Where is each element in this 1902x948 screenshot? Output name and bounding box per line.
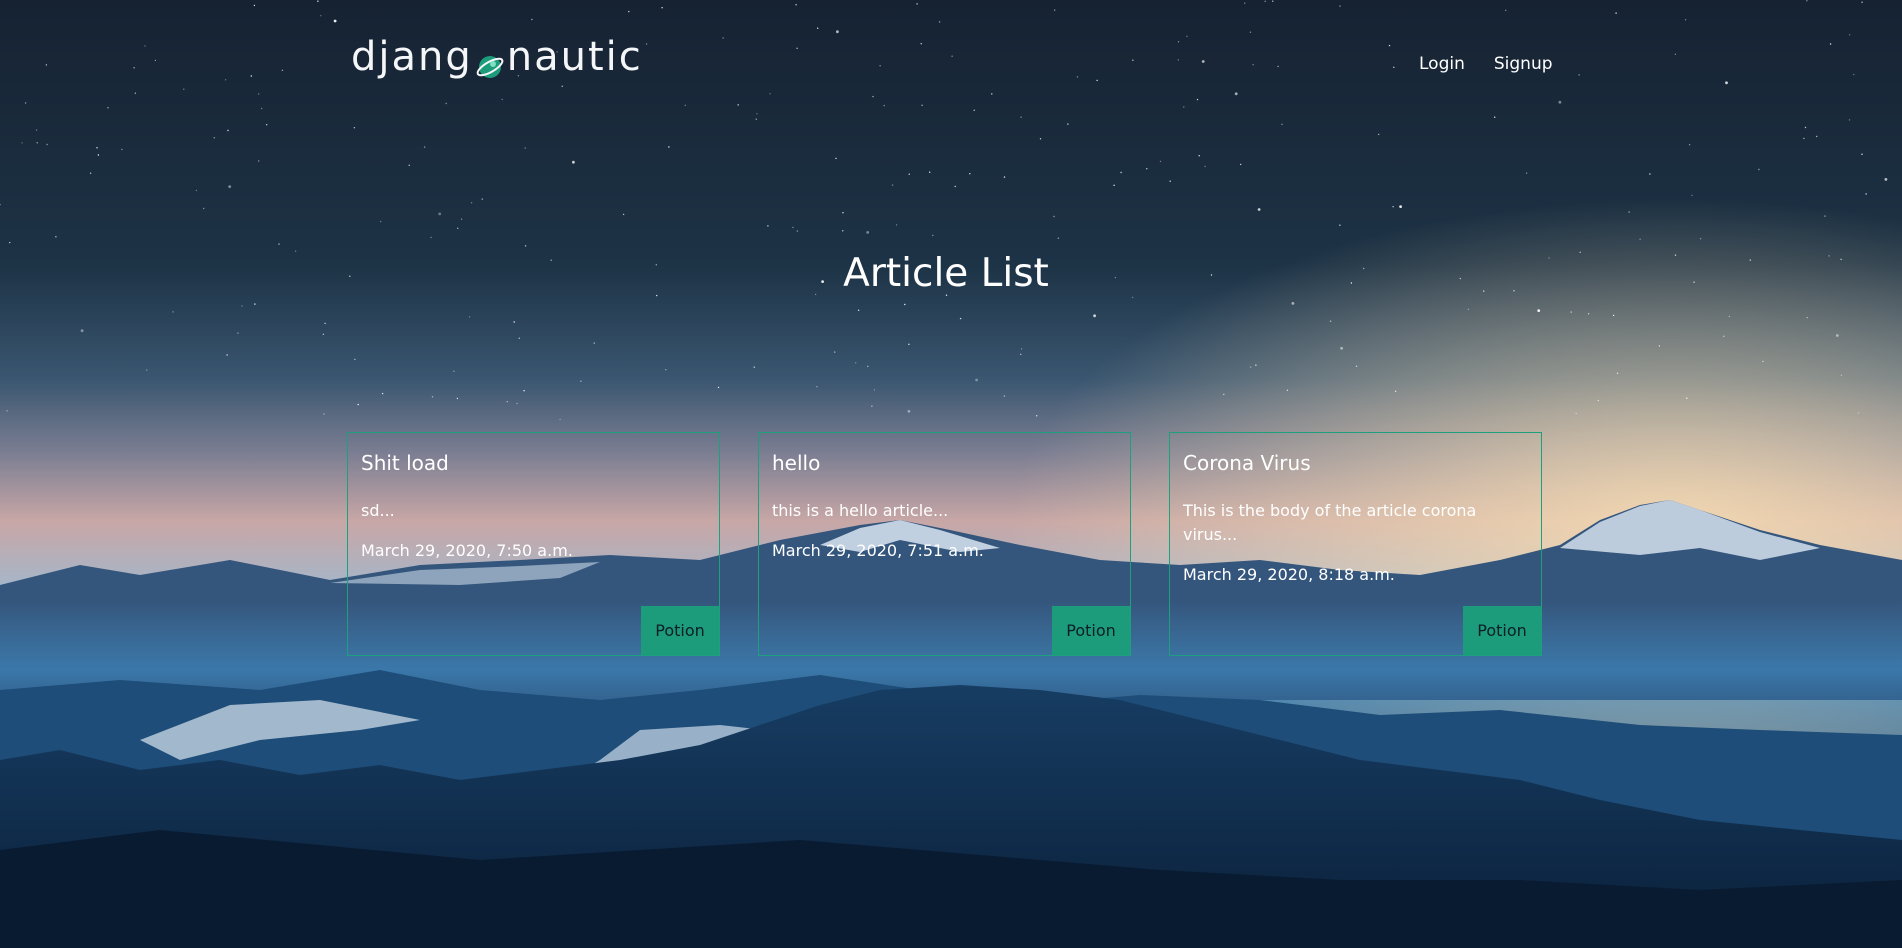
article-card: Corona Virus This is the body of the art… — [1169, 432, 1542, 656]
article-card: Shit load sd... March 29, 2020, 7:50 a.m… — [347, 432, 720, 656]
page-title: Article List — [843, 251, 1049, 296]
login-link[interactable]: Login — [1419, 54, 1465, 74]
potion-button[interactable]: Potion — [1463, 606, 1541, 655]
article-snippet: This is the body of the article corona v… — [1183, 501, 1477, 544]
potion-button[interactable]: Potion — [641, 606, 719, 655]
article-title: hello — [772, 451, 821, 475]
planet-icon — [475, 46, 505, 78]
top-nav: Login Signup — [1419, 54, 1553, 74]
article-snippet: this is a hello article... — [772, 501, 949, 520]
article-title: Shit load — [361, 451, 449, 475]
signup-link[interactable]: Signup — [1494, 54, 1553, 74]
article-date: March 29, 2020, 7:50 a.m. — [361, 541, 573, 560]
article-list: Shit load sd... March 29, 2020, 7:50 a.m… — [347, 432, 1542, 656]
article-date: March 29, 2020, 8:18 a.m. — [1183, 565, 1395, 584]
site-logo[interactable]: djang nautic — [351, 32, 643, 82]
logo-text-right: nautic — [506, 34, 643, 80]
article-title: Corona Virus — [1183, 451, 1311, 475]
potion-button[interactable]: Potion — [1052, 606, 1130, 655]
logo-text-left: djang — [351, 34, 473, 80]
article-card: hello this is a hello article... March 2… — [758, 432, 1131, 656]
article-snippet: sd... — [361, 501, 395, 520]
article-date: March 29, 2020, 7:51 a.m. — [772, 541, 984, 560]
